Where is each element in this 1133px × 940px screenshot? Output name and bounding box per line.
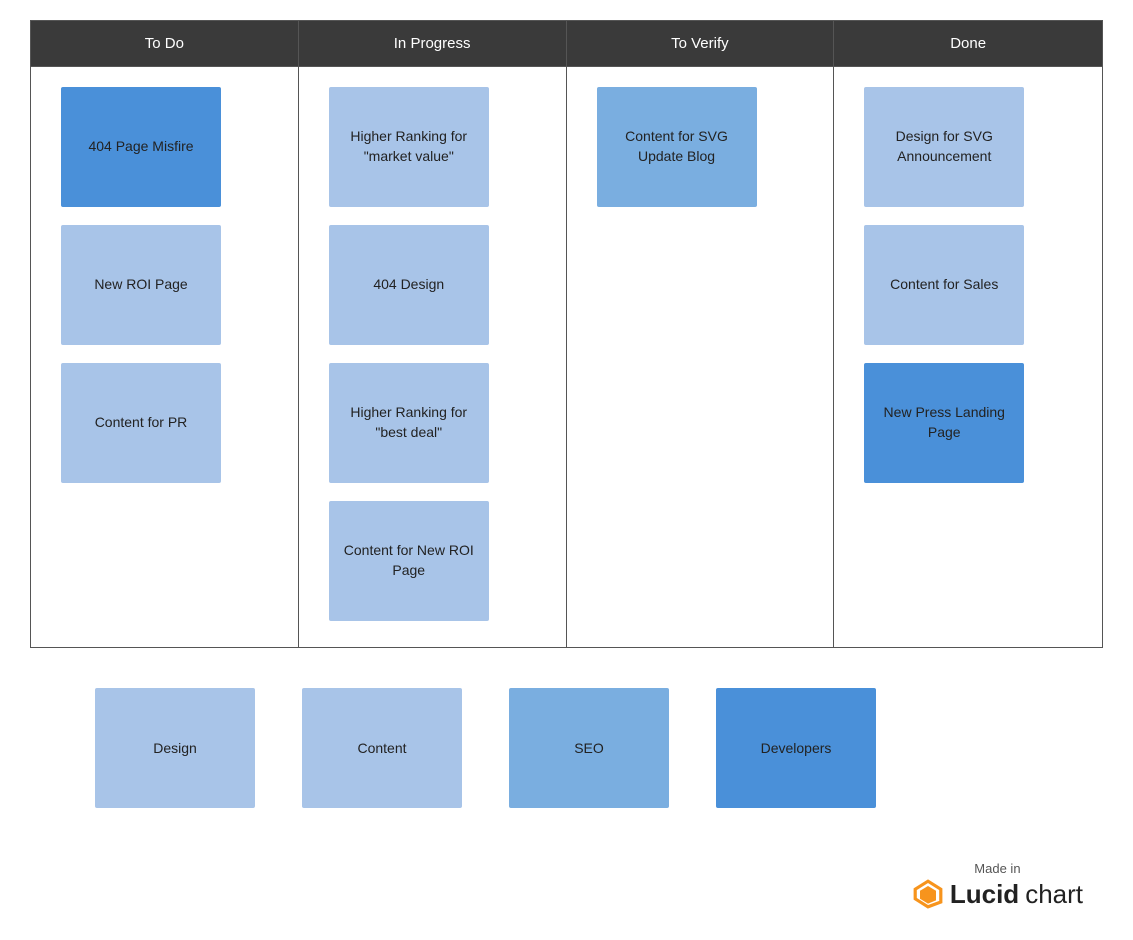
card-card-new-press[interactable]: New Press Landing Page	[864, 363, 1024, 483]
main-container: To Do 404 Page Misfire New ROI Page Content…	[0, 0, 1133, 828]
column-body-done: Design for SVG Announcement Content for S…	[834, 67, 1102, 647]
column-done: Done Design for SVG Announcement Content f…	[834, 21, 1102, 647]
legend-legend-seo: SEO	[509, 688, 669, 808]
legend-legend-content: Content	[302, 688, 462, 808]
kanban-board: To Do 404 Page Misfire New ROI Page Content…	[30, 20, 1103, 648]
column-body-in-progress: Higher Ranking for "market value" 404 Des…	[299, 67, 566, 647]
column-body-todo: 404 Page Misfire New ROI Page Content for …	[31, 67, 298, 647]
card-card-content-new-roi[interactable]: Content for New ROI Page	[329, 501, 489, 621]
lucid-bold-text: Lucid	[950, 879, 1019, 910]
card-card-404-design[interactable]: 404 Design	[329, 225, 489, 345]
column-header-todo: To Do	[31, 21, 298, 67]
card-card-404-misfire[interactable]: 404 Page Misfire	[61, 87, 221, 207]
column-in-progress: In ProgressHigher Ranking for "market va…	[299, 21, 567, 647]
column-to-verify: To Verify Content for SVG Update Blog	[567, 21, 835, 647]
card-card-higher-ranking-best[interactable]: Higher Ranking for "best deal"	[329, 363, 489, 483]
card-card-content-svg-blog[interactable]: Content for SVG Update Blog	[597, 87, 757, 207]
column-header-done: Done	[834, 21, 1102, 67]
card-card-content-sales[interactable]: Content for Sales	[864, 225, 1024, 345]
legend-row: Design Content SEO Developers	[30, 688, 1103, 808]
column-header-in-progress: In Progress	[299, 21, 566, 67]
card-card-higher-ranking-market[interactable]: Higher Ranking for "market value"	[329, 87, 489, 207]
column-header-to-verify: To Verify	[567, 21, 834, 67]
made-in-text: Made in	[974, 861, 1020, 876]
column-body-to-verify: Content for SVG Update Blog	[567, 67, 834, 647]
lucidchart-icon	[912, 878, 944, 910]
footer: Made in Lucidchart	[912, 861, 1083, 910]
card-card-new-roi[interactable]: New ROI Page	[61, 225, 221, 345]
card-card-content-pr[interactable]: Content for PR	[61, 363, 221, 483]
column-todo: To Do 404 Page Misfire New ROI Page Content…	[31, 21, 299, 647]
lucidchart-logo: Lucidchart	[912, 878, 1083, 910]
legend-legend-design: Design	[95, 688, 255, 808]
legend-legend-developers: Developers	[716, 688, 876, 808]
lucid-normal-text: chart	[1025, 879, 1083, 910]
card-card-design-svg[interactable]: Design for SVG Announcement	[864, 87, 1024, 207]
